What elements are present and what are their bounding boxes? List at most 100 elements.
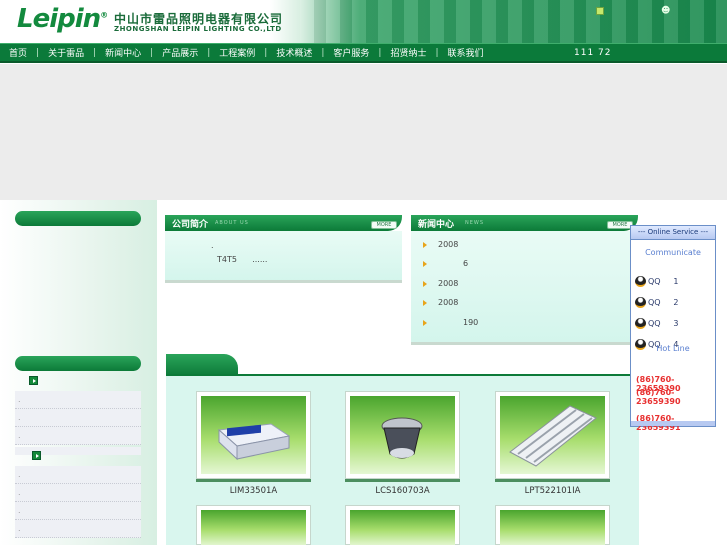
bullet-arrow-icon [423,281,427,287]
product-image-frame [495,505,610,545]
bullet-arrow-icon [423,320,427,326]
about-more-button[interactable]: MORE [371,221,397,229]
qq-number: 2 [673,298,679,307]
product-card[interactable]: LPT522101IA [495,391,610,496]
online-service-widget: --- Online Service --- Communicate QQ 1 … [630,225,716,432]
product-card[interactable]: LCS160703A [345,391,460,496]
news-item[interactable]: 190 [423,318,478,330]
nav-jobs[interactable]: 招贤纳士 [381,46,435,59]
product-name: LIM33501A [229,486,278,496]
bookmark-icon[interactable] [596,7,604,15]
qq-penguin-icon [635,297,646,308]
sidebar-list-item[interactable]: . [15,520,141,538]
product-card[interactable] [495,505,610,545]
sidebar-list-item[interactable]: . [15,409,141,427]
nav-home[interactable]: 首页 [0,46,36,59]
online-service-header: --- Online Service --- [631,226,715,240]
ballast-box-icon [201,396,306,474]
products-header [166,354,639,376]
product-image-frame [495,391,610,479]
qq-number: 3 [673,319,679,328]
about-title: 公司简介 [172,220,209,230]
product-image-frame [196,505,311,545]
site-header: Leipin® 中山市雷品照明电器有限公司 ZHONGSHAN LEIPIN L… [0,0,727,43]
products-tab[interactable] [166,354,238,376]
sidebar-list: . . . . [15,466,141,538]
product-photo [350,510,455,545]
bullet-arrow-icon [423,242,427,248]
product-photo [500,510,605,545]
about-text-model: T4T5 [217,255,237,264]
qq-penguin-icon [635,276,646,287]
sidebar-list-item[interactable]: . [15,466,141,484]
about-text: T4T5 ...... [217,255,267,264]
product-image-frame [345,391,460,479]
news-item[interactable]: 2008 [423,279,458,291]
site-logo[interactable]: Leipin® [17,4,108,34]
hotline-label: Hot Line [656,344,690,353]
news-item-text: 2008 [438,279,459,288]
sidebar-list: . . . [15,391,141,445]
nav-news[interactable]: 新闻中心 [96,46,150,59]
product-name: LPT522101IA [524,486,581,496]
about-panel: 公司简介 ABOUT US MORE . T4T5 ...... [165,215,402,283]
online-service-footer [631,421,715,426]
nav-tech[interactable]: 技术概述 [267,46,321,59]
product-name: LCS160703A [375,486,430,496]
about-text: . [211,241,214,250]
nav-contact[interactable]: 联系我们 [439,46,493,59]
news-item[interactable]: 2008 [423,240,458,252]
sidebar-list-item[interactable]: . [15,484,141,502]
bullet-arrow-icon [423,300,427,306]
news-item[interactable]: 2008 [423,298,458,310]
online-service-subtitle: Communicate [645,248,701,257]
grille-lamp-icon [500,396,605,474]
qq-contact[interactable]: QQ 3 [635,318,678,330]
product-card[interactable] [196,505,311,545]
logo-registered-mark: ® [100,10,108,20]
company-name-en: ZHONGSHAN LEIPIN LIGHTING CO.,LTD [114,25,282,33]
product-card[interactable]: LIM33501A [196,391,311,496]
about-text-ellipsis: ...... [252,255,268,264]
banner-area [0,64,727,200]
sidebar-list-item[interactable]: . [15,427,141,445]
news-panel-header: 新闻中心 NEWS MORE [411,215,638,231]
news-item-text: 2008 [438,298,459,307]
nav-products[interactable]: 产品展示 [153,46,207,59]
product-card[interactable] [345,505,460,545]
qq-contact[interactable]: QQ 1 [635,276,678,288]
about-panel-body: . T4T5 ...... [165,231,402,283]
news-item-text: 190 [463,318,479,327]
arrow-bullet-icon [29,376,38,385]
about-panel-header: 公司简介 ABOUT US MORE [165,215,402,231]
nav-projects[interactable]: 工程案例 [210,46,264,59]
bullet-arrow-icon [423,261,427,267]
qq-label: QQ [648,298,661,307]
sidebar-list-item[interactable]: . [15,502,141,520]
products-panel: LIM33501A LCS160703A LPT522101IA [166,376,639,545]
qq-contact[interactable]: QQ 2 [635,297,678,309]
product-card-shadow [345,479,460,482]
qq-label: QQ [648,319,661,328]
nav-service[interactable]: 客户服务 [324,46,378,59]
product-photo [201,510,306,545]
product-image-frame [345,505,460,545]
news-item[interactable]: 6 [423,259,468,271]
news-title-en: NEWS [465,220,485,226]
sidebar-list-item[interactable]: . [15,391,141,409]
user-icon[interactable]: ☻ [661,6,670,16]
qq-label: QQ [648,277,661,286]
about-title-en: ABOUT US [215,220,249,226]
news-title: 新闻中心 [418,220,455,230]
news-item-text: 2008 [438,240,459,249]
product-card-shadow [495,479,610,482]
page: Leipin® 中山市雷品照明电器有限公司 ZHONGSHAN LEIPIN L… [0,0,727,545]
product-image-frame [196,391,311,479]
news-item-text: 6 [463,259,469,268]
sidebar-header-bar [15,356,141,371]
visitor-counter: 111 72 [574,48,612,58]
qq-number: 1 [673,277,679,286]
sidebar-header-bar [15,211,141,226]
product-card-shadow [196,479,311,482]
nav-about[interactable]: 关于雷品 [39,46,93,59]
